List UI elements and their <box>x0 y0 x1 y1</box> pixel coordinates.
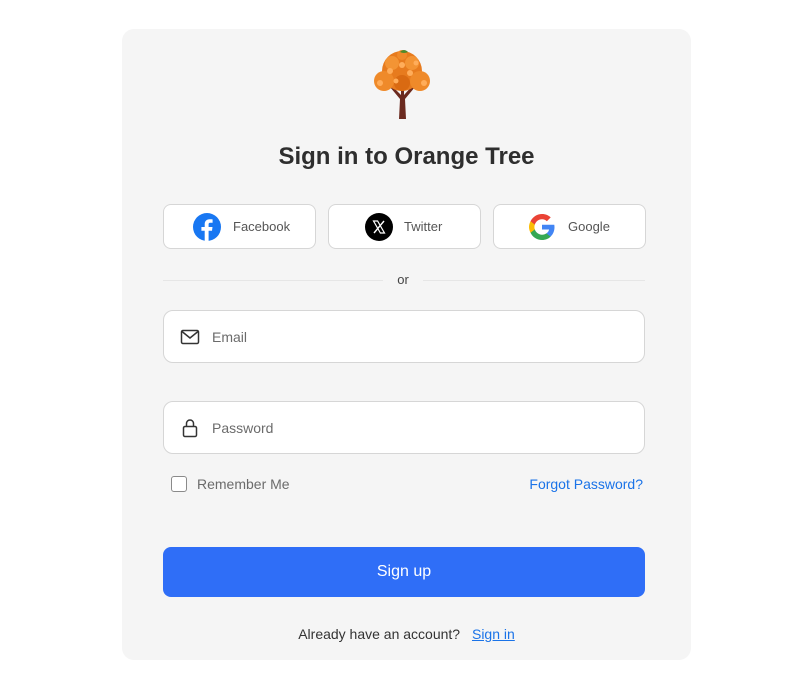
password-field-container[interactable] <box>163 401 645 454</box>
email-input[interactable] <box>212 311 632 362</box>
x-twitter-icon <box>365 213 393 241</box>
divider-left <box>163 280 383 281</box>
orange-tree-icon <box>374 50 430 119</box>
google-label: Google <box>568 219 610 234</box>
twitter-label: Twitter <box>404 219 443 234</box>
google-icon <box>529 214 555 240</box>
divider-right <box>423 280 645 281</box>
sign-up-button[interactable]: Sign up <box>163 547 645 597</box>
page-title: Sign in to Orange Tree <box>278 143 535 170</box>
twitter-login-button[interactable]: Twitter <box>328 204 481 249</box>
password-input[interactable] <box>212 402 632 453</box>
mail-icon <box>180 329 200 345</box>
facebook-login-button[interactable]: Facebook <box>163 204 316 249</box>
email-field-container[interactable] <box>163 310 645 363</box>
forgot-password-link[interactable]: Forgot Password? <box>529 476 643 492</box>
footer: Already have an account? Sign in <box>122 626 691 642</box>
divider-or-text: or <box>397 272 409 287</box>
sign-in-link[interactable]: Sign in <box>472 626 515 642</box>
google-login-button[interactable]: Google <box>493 204 646 249</box>
remember-me-checkbox[interactable] <box>171 476 187 492</box>
lock-icon <box>182 419 198 438</box>
facebook-label: Facebook <box>233 219 291 234</box>
remember-me-label: Remember Me <box>197 476 290 492</box>
signin-card: Sign in to Orange Tree Facebook Twitter … <box>122 29 691 660</box>
facebook-icon <box>193 213 221 241</box>
footer-prompt: Already have an account? <box>298 626 461 642</box>
remember-me[interactable]: Remember Me <box>171 476 290 492</box>
